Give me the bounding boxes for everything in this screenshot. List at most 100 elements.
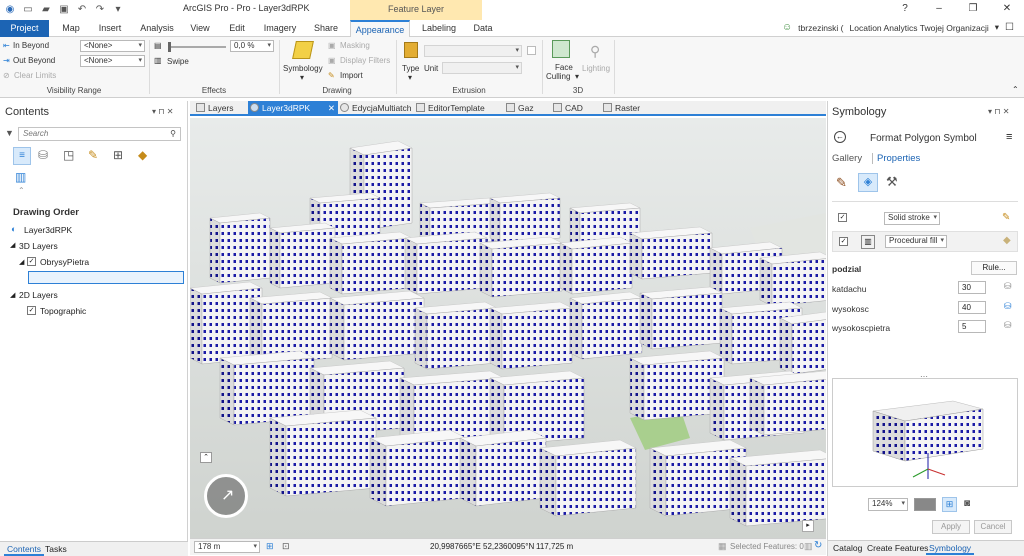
tab-project[interactable]: Project (0, 20, 49, 37)
symbol-layer-checkbox[interactable]: ✓ (839, 237, 848, 246)
save-icon[interactable]: ▣ (58, 3, 70, 15)
extrusion-type-icon[interactable] (404, 42, 418, 58)
filter-icon[interactable]: ▼ (5, 128, 14, 138)
scroll-corner-icon[interactable]: ▸ (802, 520, 814, 532)
snapping-icon[interactable]: ⊡ (282, 541, 290, 552)
pause-drawing-icon[interactable]: ▥ (804, 541, 813, 552)
symbol-swatch-selected[interactable] (28, 271, 184, 284)
close-button[interactable]: ✕ (990, 0, 1024, 18)
chevron-down-icon[interactable]: ▾ (408, 73, 412, 82)
transparency-input[interactable]: 0,0 % ▾ (230, 40, 274, 52)
grid-icon[interactable]: ⊞ (266, 541, 274, 552)
tab-layers[interactable]: Layers (194, 101, 248, 115)
zoom-select[interactable]: 124% ▾ (868, 498, 908, 511)
tab-data[interactable]: Data (468, 20, 498, 37)
tab-layer3drpk[interactable]: Layer3dRPK ✕ (248, 101, 338, 115)
map-name[interactable]: Layer3dRPK (24, 225, 72, 235)
symbol-layer-type-select[interactable]: Solid stroke ▾ (884, 212, 940, 225)
rule-button[interactable]: Rule... (971, 261, 1017, 275)
tab-tasks[interactable]: Tasks (42, 542, 70, 556)
out-beyond-select[interactable]: <None> ▾ (80, 55, 145, 67)
attribute-mapping-icon[interactable]: ⛁ (1004, 301, 1012, 312)
tab-labeling[interactable]: Labeling (416, 20, 462, 37)
labeling-view-icon[interactable]: ◆ (138, 148, 147, 162)
param-value-input[interactable]: 30 (958, 281, 986, 294)
face-culling-label-1[interactable]: Face (555, 63, 573, 72)
charts-view-icon[interactable]: ▥ (15, 170, 26, 184)
eraser-icon[interactable]: ◆ (1003, 235, 1011, 246)
transparency-slider[interactable] (168, 42, 226, 52)
structure-icon[interactable]: ⚒ (886, 174, 898, 190)
tab-gallery[interactable]: Gallery (832, 153, 862, 164)
snapping-view-icon[interactable]: ⊞ (113, 148, 123, 162)
param-value-input[interactable]: 5 (958, 320, 986, 333)
collapse-icon[interactable]: ◢ (10, 291, 15, 299)
symbol-layer-row-selected[interactable]: ✓ ▥ Procedural fill ▾ ◆ (832, 231, 1018, 252)
layer-obrysypietra[interactable]: ObrysyPietra (40, 257, 89, 267)
user-name[interactable]: tbrzezinski ( (798, 23, 843, 33)
symbol-layer-type-select[interactable]: Procedural fill ▾ (885, 235, 947, 248)
param-value-input[interactable]: 40 (958, 301, 986, 314)
refresh-icon[interactable]: ↻ (814, 540, 822, 551)
swipe-label[interactable]: Swipe (167, 57, 189, 66)
maximize-button[interactable]: ❐ (956, 0, 990, 18)
symbology-icon[interactable] (292, 41, 314, 59)
out-beyond-label[interactable]: Out Beyond (13, 56, 55, 65)
scene-canvas[interactable] (190, 118, 826, 538)
layers-icon[interactable]: ◈ (858, 173, 878, 192)
group-3d-layers[interactable]: 3D Layers (19, 241, 58, 251)
org-name[interactable]: Location Analytics Twojej Organizacji (850, 23, 989, 33)
extrusion-type-button[interactable]: Type (402, 64, 419, 73)
tab-edit[interactable]: Edit (222, 20, 252, 37)
collapse-icon[interactable]: ◢ (10, 241, 15, 249)
display-filters-label[interactable]: Display Filters (340, 56, 390, 65)
tab-view[interactable]: View (185, 20, 215, 37)
cancel-button[interactable]: Cancel (974, 520, 1012, 534)
minimize-button[interactable]: – (922, 0, 956, 18)
navigator-toggle-icon[interactable]: ⌃ (200, 452, 212, 463)
new-project-icon[interactable]: ▭ (22, 3, 34, 15)
preview-3d-icon[interactable]: ⊞ (942, 497, 957, 512)
attribute-mapping-icon[interactable]: ⛁ (1004, 281, 1012, 292)
clear-limits-label[interactable]: Clear Limits (14, 71, 56, 80)
tab-symbology[interactable]: Symbology (926, 541, 975, 555)
camera-icon[interactable]: ◙ (964, 498, 970, 509)
tab-appearance[interactable]: Appearance (350, 20, 410, 37)
tab-gaz[interactable]: Gaz (504, 101, 550, 115)
redo-icon[interactable]: ↷ (94, 3, 106, 15)
menu-icon[interactable]: ≡ (1006, 131, 1012, 143)
navigator-control[interactable]: ↗ (204, 474, 248, 518)
tab-create-features[interactable]: Create Features (864, 541, 931, 555)
tab-analysis[interactable]: Analysis (136, 20, 178, 37)
chevron-down-icon[interactable]: ▾ (575, 72, 579, 81)
import-label[interactable]: Import (340, 71, 363, 80)
tab-properties[interactable]: Properties (872, 153, 920, 164)
notification-icon[interactable]: ☐ (1005, 22, 1014, 33)
close-icon[interactable]: ✕ (328, 101, 335, 115)
symbol-layer-checkbox[interactable]: ✓ (838, 213, 847, 222)
paint-brush-icon[interactable]: ✎ (1002, 212, 1010, 223)
extrusion-expression-select[interactable]: ▾ (424, 45, 522, 57)
tab-share[interactable]: Share (309, 20, 343, 37)
in-beyond-label[interactable]: In Beyond (13, 41, 49, 50)
tab-contents[interactable]: Contents (4, 542, 45, 556)
tab-raster[interactable]: Raster (601, 101, 651, 115)
masking-label[interactable]: Masking (340, 41, 370, 50)
search-icon[interactable]: ⚲ (170, 128, 176, 140)
customize-chevron-icon[interactable]: ▾ (112, 3, 124, 15)
collapse-icon[interactable]: ◢ (19, 258, 24, 266)
undo-icon[interactable]: ↶ (76, 3, 88, 15)
attribute-mapping-icon[interactable]: ⛁ (1004, 320, 1012, 331)
background-color-button[interactable] (914, 498, 936, 511)
collapse-ribbon-icon[interactable]: ⌃ (1012, 85, 1019, 94)
selection-view-icon[interactable]: ◳ (63, 148, 74, 162)
drawing-order-view-icon[interactable]: ≡ (13, 147, 31, 165)
pane-options-icons[interactable]: ▾ ⊓ ✕ (152, 107, 173, 116)
tab-insert[interactable]: Insert (91, 20, 129, 37)
chevron-down-icon[interactable]: ▾ (995, 22, 999, 33)
expression-button[interactable] (527, 46, 536, 55)
tab-cad[interactable]: CAD (551, 101, 597, 115)
in-beyond-select[interactable]: <None> ▾ (80, 40, 145, 52)
scale-select[interactable]: 178 m ▾ (194, 541, 260, 553)
symbol-icon[interactable]: ✎ (836, 175, 847, 191)
